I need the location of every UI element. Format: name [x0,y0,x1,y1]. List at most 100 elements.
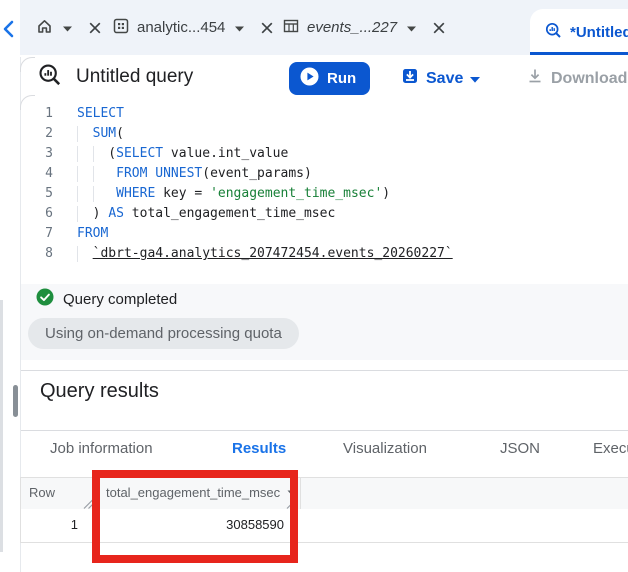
run-button-label: Run [327,70,357,87]
tab-label: events_...227 [307,19,398,36]
code-token: SELECT [77,106,124,121]
collapse-panel-chevron-icon[interactable] [1,18,17,40]
dataset-icon [113,18,129,38]
line-number: 1 [45,106,53,121]
code-token: AS [108,206,124,221]
code-token: ) [382,186,391,201]
tab-events-table[interactable]: events_...227 [283,0,446,55]
table-icon [283,18,299,38]
row-number-cell: 1 [70,517,78,532]
check-circle-icon [36,288,54,310]
code-token: ) [77,206,109,221]
column-divider[interactable] [300,477,301,510]
code-line: 1 SELECT [20,104,628,124]
home-icon [36,18,53,38]
cell-divider [96,509,97,542]
table-row [21,509,628,543]
results-tab-job-information[interactable]: Job information [50,440,153,457]
code-line: 4 FROM UNNEST(event_params) [20,164,628,184]
code-line: 2 SUM( [20,124,628,144]
code-token: value.int_value [163,146,289,161]
bigquery-editor-page: { "colors": { "accent_blue": "#0b57d0", … [0,0,628,572]
code-token: UNNEST [155,166,203,181]
active-tab-label: *Untitled query [570,23,628,41]
code-text: WHERE key = 'engagement_time_msec') [77,184,390,204]
column-header-total_engagement_time_msec[interactable]: total_engagement_time_msec [106,485,297,500]
scrollbar-thumb[interactable] [13,385,18,417]
code-line: 8 `dbrt-ga4.analytics_207472454.events_2… [20,244,628,264]
sort-caret-icon[interactable] [287,490,297,496]
column-header-row[interactable]: Row [29,485,55,500]
query-icon [38,63,62,92]
result-value-cell: 30858590 [226,517,284,532]
query-icon [545,22,562,43]
code-text: `dbrt-ga4.analytics_207472454.events_202… [77,244,453,264]
code-token: (event_params) [202,166,312,181]
code-text: (SELECT value.int_value [77,144,288,164]
code-line: 7 FROM [20,224,628,244]
line-number: 5 [45,186,53,201]
code-token: SELECT [116,146,164,161]
tab-home[interactable] [36,0,102,55]
run-button[interactable]: Run [289,62,370,95]
close-icon[interactable] [260,21,274,35]
code-line: 3 (SELECT value.int_value [20,144,628,164]
download-icon [526,67,544,90]
close-icon[interactable] [88,21,102,35]
caret-down-icon[interactable] [235,19,245,36]
code-text: FROM UNNEST(event_params) [77,164,312,184]
column-header-label: Row [29,485,56,500]
download-button-label: Download [551,69,628,87]
tab-label: analytic...454 [137,19,226,36]
save-button[interactable]: Save [401,62,481,95]
results-tab-json[interactable]: JSON [500,440,540,457]
query-results-heading: Query results [40,380,159,402]
results-tab-visualization[interactable]: Visualization [343,440,427,457]
caret-down-icon [470,70,481,88]
query-status-row: Query completed [36,288,177,310]
save-icon [401,67,419,90]
column-header-label: total_engagement_time_msec [106,485,281,500]
results-tab-results[interactable]: Results [232,440,286,457]
code-text: SUM( [77,124,124,144]
code-token: SUM [92,126,117,141]
results-tab-execution-details[interactable]: Execution details [593,440,628,457]
query-status-text: Query completed [63,290,178,308]
column-divider[interactable] [96,477,97,510]
code-text: FROM [77,224,108,244]
code-token: ( [116,126,124,141]
line-number: 3 [45,146,53,161]
download-button[interactable]: Download [526,62,627,95]
query-title: Untitled query [76,66,194,87]
code-line: 6 ) AS total_engagement_time_msec [20,204,628,224]
code-token: key = [155,186,211,201]
line-number: 4 [45,166,53,181]
code-token: WHERE [116,186,156,201]
section-divider [21,370,628,371]
close-icon[interactable] [432,21,446,35]
line-number: 6 [45,206,53,221]
caret-down-icon[interactable] [407,19,417,36]
scrollbar-track [0,300,3,552]
code-token: ( [77,146,117,161]
code-token: FROM [77,226,109,241]
code-token: 'engagement_time_msec' [210,186,383,201]
tab-analytics-dataset[interactable]: analytic...454 [113,0,274,55]
tab-untitled-query-active[interactable]: *Untitled query [530,9,628,55]
code-token: total_engagement_time_msec [123,206,336,221]
quota-chip: Using on-demand processing quota [28,318,299,349]
caret-down-icon[interactable] [63,19,72,36]
line-number: 8 [45,246,53,261]
sql-editor[interactable]: 1 SELECT 2 SUM(3 (SELECT value.int_value 4 … [20,104,628,264]
code-line: 5 WHERE key = 'engagement_time_msec') [20,184,628,204]
save-button-label: Save [426,69,464,87]
active-tab-underline [530,52,628,55]
play-icon [300,67,319,90]
table-reference-link[interactable]: `dbrt-ga4.analytics_207472454.events_202… [93,246,453,261]
toolbar-card-corner [20,57,35,72]
results-divider [21,430,628,431]
